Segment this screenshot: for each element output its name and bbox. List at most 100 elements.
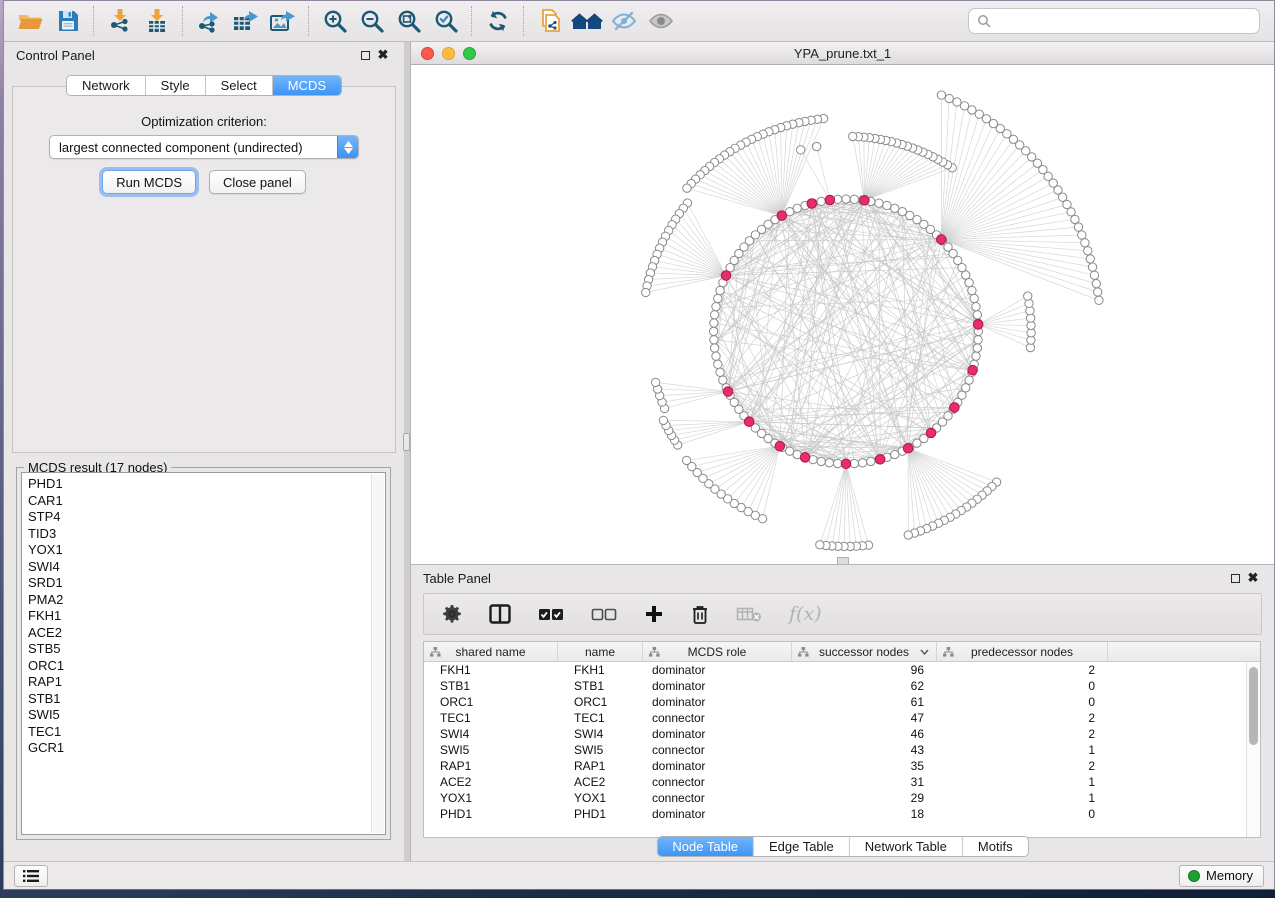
network-node[interactable] xyxy=(937,91,945,99)
show-columns-icon[interactable] xyxy=(489,604,511,624)
zoom-in-icon[interactable] xyxy=(316,5,353,37)
mcds-node[interactable] xyxy=(875,455,885,465)
mcds-result-item[interactable]: FKH1 xyxy=(28,608,385,625)
network-node[interactable] xyxy=(970,294,978,302)
network-node[interactable] xyxy=(833,459,841,467)
tab-node-table[interactable]: Node Table xyxy=(657,837,754,856)
network-node[interactable] xyxy=(709,327,717,335)
network-node[interactable] xyxy=(716,368,724,376)
network-node[interactable] xyxy=(813,142,821,150)
float-table-panel-icon[interactable] xyxy=(1226,569,1244,587)
first-neighbors-icon[interactable] xyxy=(568,5,605,37)
mcds-result-item[interactable]: YOX1 xyxy=(28,542,385,559)
splitter-grip[interactable] xyxy=(403,433,410,451)
delete-row-icon[interactable] xyxy=(691,604,709,625)
mcds-node[interactable] xyxy=(807,199,817,209)
network-node[interactable] xyxy=(642,288,650,296)
network-node[interactable] xyxy=(875,199,883,207)
network-node[interactable] xyxy=(974,336,982,344)
table-settings-icon[interactable] xyxy=(442,604,462,624)
network-node[interactable] xyxy=(891,204,899,212)
mcds-result-item[interactable]: GCR1 xyxy=(28,740,385,757)
zoom-fit-icon[interactable] xyxy=(390,5,427,37)
mcds-result-item[interactable]: ACE2 xyxy=(28,625,385,642)
mcds-result-item[interactable]: STB1 xyxy=(28,691,385,708)
mcds-node[interactable] xyxy=(968,365,978,375)
show-all-icon[interactable] xyxy=(642,5,679,37)
mcds-node[interactable] xyxy=(775,441,785,451)
column-header-MCDS-role[interactable]: MCDS role xyxy=(643,642,792,661)
network-node[interactable] xyxy=(683,184,691,192)
refresh-view-icon[interactable] xyxy=(479,5,516,37)
zoom-selected-icon[interactable] xyxy=(427,5,464,37)
zoom-out-icon[interactable] xyxy=(353,5,390,37)
network-node[interactable] xyxy=(710,336,718,344)
mcds-result-item[interactable]: SWI5 xyxy=(28,707,385,724)
float-panel-icon[interactable] xyxy=(356,46,374,64)
mcds-result-item[interactable]: PHD1 xyxy=(28,476,385,493)
network-node[interactable] xyxy=(1081,239,1089,247)
network-node[interactable] xyxy=(968,286,976,294)
table-row[interactable]: RAP1RAP1dominator352 xyxy=(424,758,1260,774)
network-node[interactable] xyxy=(710,319,718,327)
mcds-node[interactable] xyxy=(841,459,851,469)
criterion-select[interactable]: largest connected component (undirected) xyxy=(49,135,359,159)
mcds-node[interactable] xyxy=(860,196,870,206)
mcds-node[interactable] xyxy=(744,417,754,427)
network-node[interactable] xyxy=(867,457,875,465)
column-header-predecessor-nodes[interactable]: predecessor nodes xyxy=(937,642,1108,661)
table-scrollbar[interactable] xyxy=(1246,663,1260,837)
run-mcds-button[interactable]: Run MCDS xyxy=(102,170,196,194)
table-row[interactable]: FKH1FKH1dominator962 xyxy=(424,662,1260,678)
mcds-node[interactable] xyxy=(723,387,733,397)
network-node[interactable] xyxy=(972,352,980,360)
add-row-icon[interactable] xyxy=(644,604,664,624)
tab-network[interactable]: Network xyxy=(67,76,146,95)
result-list-scrollbar[interactable] xyxy=(371,474,384,833)
network-node[interactable] xyxy=(651,378,659,386)
network-node[interactable] xyxy=(1086,255,1094,263)
network-node[interactable] xyxy=(842,195,850,203)
network-node[interactable] xyxy=(1092,279,1100,287)
network-node[interactable] xyxy=(712,302,720,310)
mcds-node[interactable] xyxy=(936,235,946,245)
mcds-result-item[interactable]: CAR1 xyxy=(28,493,385,510)
network-node[interactable] xyxy=(1084,247,1092,255)
network-node[interactable] xyxy=(953,98,961,106)
mcds-node[interactable] xyxy=(950,403,960,413)
column-header-name[interactable]: name xyxy=(558,642,643,661)
import-table-icon[interactable] xyxy=(138,5,175,37)
column-header-successor-nodes[interactable]: successor nodes xyxy=(792,642,937,661)
network-node[interactable] xyxy=(965,376,973,384)
open-file-icon[interactable] xyxy=(12,5,49,37)
network-node[interactable] xyxy=(825,459,833,467)
mcds-result-item[interactable]: PMA2 xyxy=(28,592,385,609)
import-network-icon[interactable] xyxy=(101,5,138,37)
sort-dropdown-icon[interactable] xyxy=(920,649,929,655)
table-row[interactable]: ACE2ACE2connector311 xyxy=(424,774,1260,790)
network-node[interactable] xyxy=(858,459,866,467)
network-node[interactable] xyxy=(710,344,718,352)
mcds-result-item[interactable]: SRD1 xyxy=(28,575,385,592)
mcds-result-item[interactable]: STP4 xyxy=(28,509,385,526)
network-node[interactable] xyxy=(973,344,981,352)
network-node[interactable] xyxy=(972,302,980,310)
export-image-icon[interactable] xyxy=(264,5,301,37)
search-input[interactable] xyxy=(996,14,1251,29)
mcds-result-item[interactable]: RAP1 xyxy=(28,674,385,691)
table-scrollbar-thumb[interactable] xyxy=(1249,667,1258,745)
network-node[interactable] xyxy=(682,456,690,464)
network-node[interactable] xyxy=(883,201,891,209)
select-all-icon[interactable] xyxy=(538,606,564,622)
hide-selected-icon[interactable] xyxy=(605,5,642,37)
network-node[interactable] xyxy=(850,459,858,467)
mcds-node[interactable] xyxy=(825,195,835,205)
network-node[interactable] xyxy=(850,195,858,203)
network-node[interactable] xyxy=(945,94,953,102)
network-node[interactable] xyxy=(797,146,805,154)
table-row[interactable]: SWI5SWI5connector431 xyxy=(424,742,1260,758)
deselect-all-icon[interactable] xyxy=(591,606,617,622)
tab-network-table[interactable]: Network Table xyxy=(850,837,963,856)
table-row[interactable]: ORC1ORC1dominator610 xyxy=(424,694,1260,710)
table-row[interactable]: TEC1TEC1connector472 xyxy=(424,710,1260,726)
